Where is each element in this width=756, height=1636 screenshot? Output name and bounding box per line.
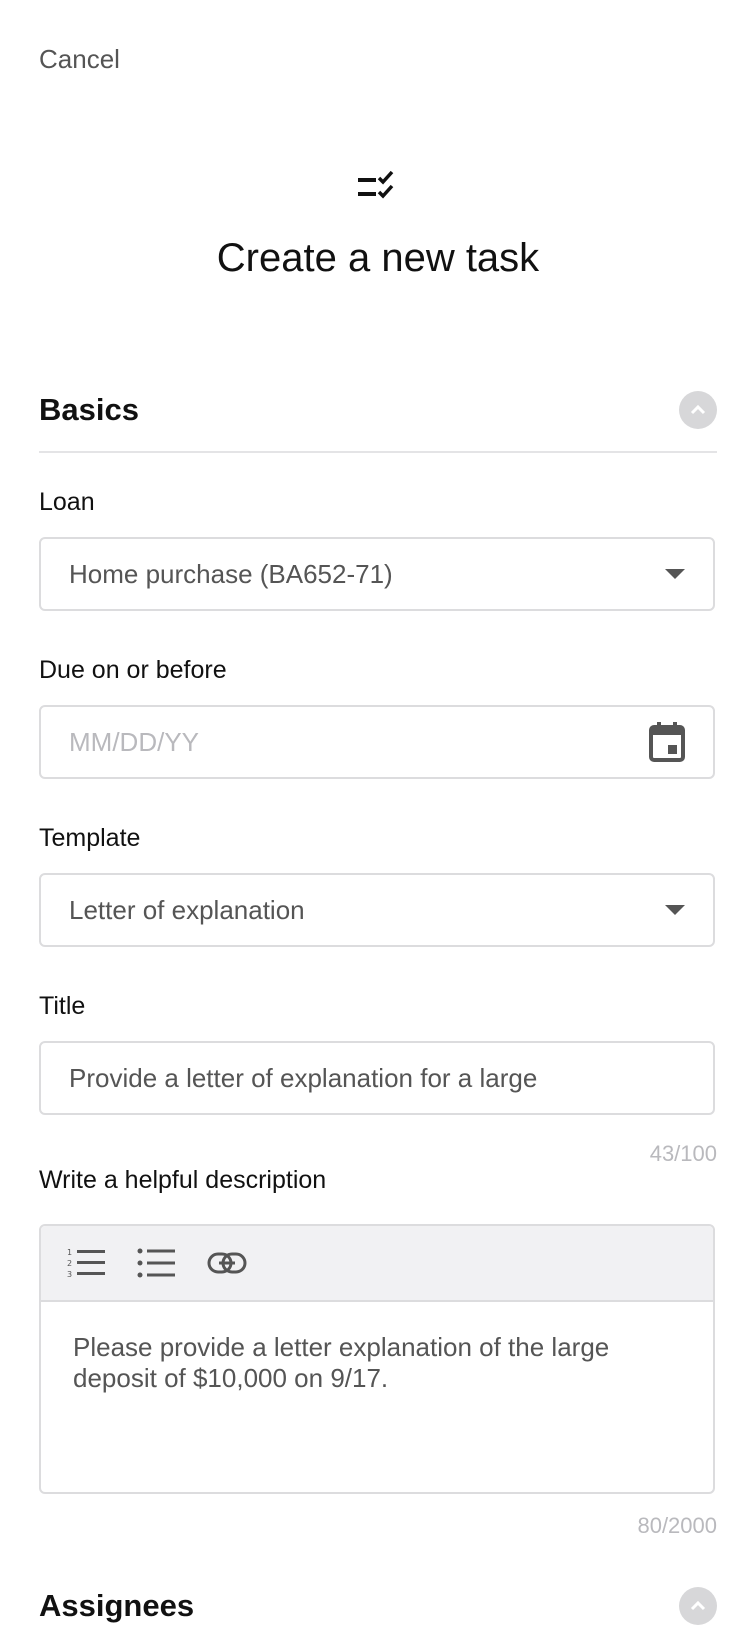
chevron-up-icon (690, 405, 706, 415)
svg-text:1: 1 (67, 1248, 72, 1257)
svg-text:2: 2 (67, 1259, 72, 1268)
cancel-button[interactable]: Cancel (39, 44, 120, 75)
description-editor[interactable]: 1 2 3 Please provide a letter explanatio… (39, 1224, 715, 1494)
due-date-placeholder: MM/DD/YY (69, 726, 199, 757)
loan-select[interactable]: Home purchase (BA652-71) (39, 537, 715, 611)
loan-label: Loan (39, 488, 95, 516)
checklist-icon (358, 170, 394, 199)
calendar-icon[interactable] (649, 722, 685, 762)
basics-section-title: Basics (39, 392, 139, 427)
chevron-up-icon (690, 1601, 706, 1611)
dropdown-caret-icon (665, 905, 685, 915)
assignees-collapse-button[interactable] (679, 1587, 717, 1625)
dropdown-caret-icon (665, 569, 685, 579)
numbered-list-icon[interactable]: 1 2 3 (67, 1246, 107, 1280)
due-date-input[interactable]: MM/DD/YY (39, 705, 715, 779)
page-title: Create a new task (216, 236, 540, 280)
template-select[interactable]: Letter of explanation (39, 873, 715, 947)
template-value: Letter of explanation (69, 894, 305, 925)
due-date-label: Due on or before (39, 656, 227, 684)
assignees-section-header[interactable]: Assignees (39, 1576, 717, 1636)
loan-value: Home purchase (BA652-71) (69, 558, 393, 589)
link-icon[interactable] (207, 1246, 247, 1280)
bulleted-list-icon[interactable] (137, 1246, 177, 1280)
basics-collapse-button[interactable] (679, 391, 717, 429)
svg-text:3: 3 (67, 1270, 72, 1279)
title-char-counter: 43/100 (649, 1141, 717, 1166)
section-divider (39, 451, 717, 453)
description-text[interactable]: Please provide a letter explanation of t… (41, 1302, 713, 1424)
description-label: Write a helpful description (39, 1166, 327, 1194)
title-value: Provide a letter of explanation for a la… (69, 1062, 538, 1093)
editor-toolbar: 1 2 3 (41, 1226, 713, 1302)
assignees-section-title: Assignees (39, 1588, 195, 1623)
title-label: Title (39, 992, 86, 1020)
basics-section-header[interactable]: Basics (39, 380, 717, 440)
description-char-counter: 80/2000 (637, 1513, 717, 1538)
title-input[interactable]: Provide a letter of explanation for a la… (39, 1041, 715, 1115)
template-label: Template (39, 824, 141, 852)
